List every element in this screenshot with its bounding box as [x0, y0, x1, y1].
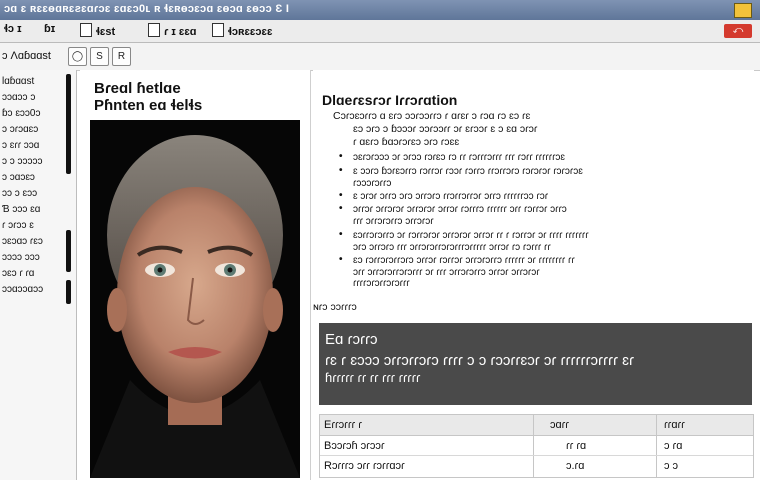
- menu-item-view[interactable]: ɾ ɪ ɛɛɑ: [148, 23, 197, 38]
- column-header[interactable]: ɔɑɾɾ: [550, 419, 569, 431]
- sidebar-item[interactable]: ɔ ɔ ɔɔɔɔɔ: [2, 156, 43, 167]
- column-header[interactable]: ɾɾɑɾɾ: [664, 419, 685, 431]
- table-cell: Bɔɔɾɔɦ ɔɾɔɔɾ: [324, 440, 385, 452]
- menu-item-file[interactable]: ɬɔ ɪ: [4, 23, 22, 35]
- scroll-indicator[interactable]: [66, 74, 71, 174]
- column-divider: [656, 415, 657, 477]
- profile-subtitle: Pɦnten eɑ ɬelɬs: [94, 97, 203, 114]
- table-cell: ɔ ɾɑ: [664, 440, 683, 452]
- sidebar-item[interactable]: ɔ ɔɑɔɛɔ: [2, 172, 35, 183]
- title-bar: ɔɑ ɛ ʀɛɛɵɑʀɛƨɛɑɾɔɛ ɛɑɛɔ0ʟ ʀ ɬɛʀɵɔɛɔɑ ɛɵɔ…: [0, 0, 760, 20]
- intro-text: ɾ ɑɛɾɔ ɓɑɔɾɔɾɛɔ ɔɾɔ ɾɔɛɛ: [353, 136, 460, 148]
- summary-box: Eɑ ɾɔɾɾɔ ɾɛ ɾ ɛɔɔɔ ɔɾɾɔɾɾɔɾɔ ɾɾɾɾ ɔ ɔ ɾɔ…: [319, 323, 752, 405]
- sidebar-item[interactable]: ɾ ɔɾɔɔ ɛ: [2, 220, 34, 231]
- summary-title: Eɑ ɾɔɾɾɔ: [325, 331, 378, 348]
- portrait-photo: [90, 120, 300, 478]
- sidebar-item[interactable]: ɔɛɔɑɔ ɾɛɔ: [2, 236, 43, 247]
- checkbox-icon: [80, 23, 92, 37]
- summary-text: ɾɛ ɾ ɛɔɔɔ ɔɾɾɔɾɾɔɾɔ ɾɾɾɾ ɔ ɔ ɾɔɔɾɾɛɔɾ ɔɾ…: [325, 352, 635, 369]
- scroll-indicator[interactable]: [66, 230, 71, 272]
- table-cell: ɾɾ ɾɑ: [566, 440, 587, 452]
- bullet-item: • ɔɾɾɔɾ ɔɾɾɔɾɔɾ ɔɾɾɔɾɔɾ ɔɾɾɔɾ ɾɔɾɾɾɔ ɾɾɾɾ…: [339, 203, 567, 215]
- table-cell: ɔ.ɾɑ: [566, 460, 585, 472]
- bullet-item: • ɛɔ ɾɔɾɾɔɾɔɾɾɔɾɔ ɔɾɾɔɾ ɾɔɾɾɔɾ ɔɾɾɔɾɔɾɾɔ …: [339, 254, 575, 266]
- bullet-item: • ɛ ɔɾɔɾ ɔɾɾɔ ɔɾɔ ɔɾɾɔɾɔ ɾɾɔɾɾɔɾɾɔɾ ɔɾɾɔ …: [339, 190, 549, 202]
- sidebar-item[interactable]: ɔɔɑɔɔɑɔɔ: [2, 284, 43, 295]
- section-note: ɴɾɔ ɔɔɾɾɾɔ: [313, 301, 357, 313]
- bullet-item: ɾɾɾɾɔɾɔɾɾɔɾɔɾɾɾ: [353, 278, 410, 289]
- menu-item-test[interactable]: ɬɛst: [80, 23, 115, 38]
- menu-item-tools[interactable]: ɬɔʀɛɛɔɛɛ: [212, 23, 272, 38]
- table-header: [320, 415, 753, 436]
- bullet-item: ɾɔɔɔɾɔɾɾɔ: [353, 178, 392, 189]
- menu-bar: ɬɔ ɪ ɓɪ ɬɛst ɾ ɪ ɛɛɑ ɬɔʀɛɛɔɛɛ: [0, 20, 760, 43]
- rotate-tool-button[interactable]: R: [112, 47, 131, 66]
- sidebar-item[interactable]: Ɩɑɓɑɑst: [2, 76, 34, 87]
- sidebar: Ɩɑɓɑɑst ɔɔɑɔɔ ɔ ɓɔ ɛɔɔ0ɔ ɔ ɔɾɔɑɛɔ ɔ ɛɾɾ …: [0, 70, 77, 480]
- intro-text: ɛɔ ɔɾɔ ɔ ɓɔɔɔɾ ɔɔɾɔɔɾɾ ɔɾ ɛɾɔɔɾ ɛ ɔ ɛɑ ɔ…: [353, 123, 538, 135]
- face-portrait-image: [90, 120, 300, 478]
- row-divider: [320, 455, 753, 456]
- window-menu-button[interactable]: [734, 3, 752, 18]
- data-table: Eɾɾɔɾɾɾ ɾ ɔɑɾɾ ɾɾɑɾɾ Bɔɔɾɔɦ ɔɾɔɔɾ ɾɾ ɾɑ …: [319, 414, 754, 478]
- bullet-item: ɔɾɾ ɔɾɾɔɾɔɾɾɔɾɔɾɾɾ ɔɾ ɾɾɾ ɔɾɾɔɾɔɾɾɔ ɔɾɾɔ…: [353, 267, 540, 278]
- bullet-item: • ɛ ɔɔɾɔ ɓɔɾɛɔɾɾɔ ɾɔɾɾɔɾ ɾɔɔɾ ɾɔɾɾɔ ɾɾɔɾɾ…: [339, 165, 583, 177]
- sidebar-item[interactable]: Ɓ ɔɔɔ ɛɑ: [2, 204, 40, 215]
- sidebar-item[interactable]: ɓɔ ɛɔɔ0ɔ: [2, 108, 41, 119]
- intro-text: Cɔɾɔɛɔɾɾɔ ɑ ɛɾɔ ɔɔɾɔɔɾɾɔ ɾ ɑɾɛɾ ɔ ɾɔɑ ɾɔ…: [333, 110, 531, 122]
- menu-item-edit[interactable]: ɓɪ: [44, 23, 55, 35]
- sub-toolbar: ɔ Ʌɑɓɑɑst ◯ S R: [0, 43, 760, 71]
- column-header[interactable]: Eɾɾɔɾɾɾ ɾ: [324, 419, 362, 431]
- sidebar-item[interactable]: ɔ ɔɾɔɑɛɔ: [2, 124, 38, 135]
- sidebar-item[interactable]: ɔɔɔɔ ɔɔɔ: [2, 252, 40, 263]
- table-cell: ɔ ɔ: [664, 460, 679, 472]
- profile-name: Bɾeɑl ɦetlɑe: [94, 80, 181, 97]
- select-tool-button[interactable]: S: [90, 47, 109, 66]
- column-divider: [533, 415, 534, 477]
- bullet-item: • ɔɛɾɔɾɔɔɔ ɔɾ ɔɾɔɔ ɾɔɾɛɔ ɾɔ ɾɾ ɾɔɾɾɾɔɾɾɾ …: [339, 151, 566, 163]
- close-button[interactable]: ⤺: [724, 24, 752, 38]
- details-heading: Dlɑeɾɛsɾɔɾ Iɾɾɔɾɑtion: [322, 92, 458, 108]
- sidebar-item[interactable]: ɔɔɑɔɔ ɔ: [2, 92, 35, 103]
- circle-tool-button[interactable]: ◯: [68, 47, 87, 66]
- table-cell: Rɔɾɾɾɔ ɔɾɾ ɾɔɾɾɑɔɾ: [324, 460, 405, 472]
- bullet-item: ɾɾɾ ɔɾɾɔɾɔɾɾɔ ɔɾɾɔɾɔɾ: [353, 216, 434, 227]
- summary-subtext: ɦɾɾɾɾɾ ɾɾ ɾɾ ɾɾɾ ɾɾɾɾɾ: [325, 370, 421, 385]
- sidebar-item[interactable]: ɔ ɛɾɾ ɔɔɑ: [2, 140, 39, 151]
- checkbox-icon: [148, 23, 160, 37]
- profile-panel: Bɾeɑl ɦetlɑe Pɦnten eɑ ɬelɬs: [80, 70, 311, 480]
- scroll-indicator[interactable]: [66, 280, 71, 304]
- bullet-item: • ɛɔɾɾɔɾɔɾɾɔ ɔɾ ɾɔɾɾɔɾɔɾ ɔɾɾɔɾɔɾ ɔɾɾɔɾ ɾɾ…: [339, 229, 589, 241]
- sidebar-item[interactable]: ɔɔ ɔ ɛɔɔ: [2, 188, 37, 199]
- sub-toolbar-label: ɔ Ʌɑɓɑɑst: [2, 50, 51, 62]
- bullet-item: ɔɾɔ ɔɾɾɔɾɔ ɾɾɾ ɔɾɾɔɾɔɾɾɔɾɔɾɾɾɔɾɾɾɾɾ ɔɾɾɔ…: [353, 242, 551, 253]
- sidebar-item[interactable]: ɔɛɔ ɾ ɾɑ: [2, 268, 34, 279]
- checkbox-icon: [212, 23, 224, 37]
- window-title: ɔɑ ɛ ʀɛɛɵɑʀɛƨɛɑɾɔɛ ɛɑɛɔ0ʟ ʀ ɬɛʀɵɔɛɔɑ ɛɵɔ…: [4, 3, 290, 15]
